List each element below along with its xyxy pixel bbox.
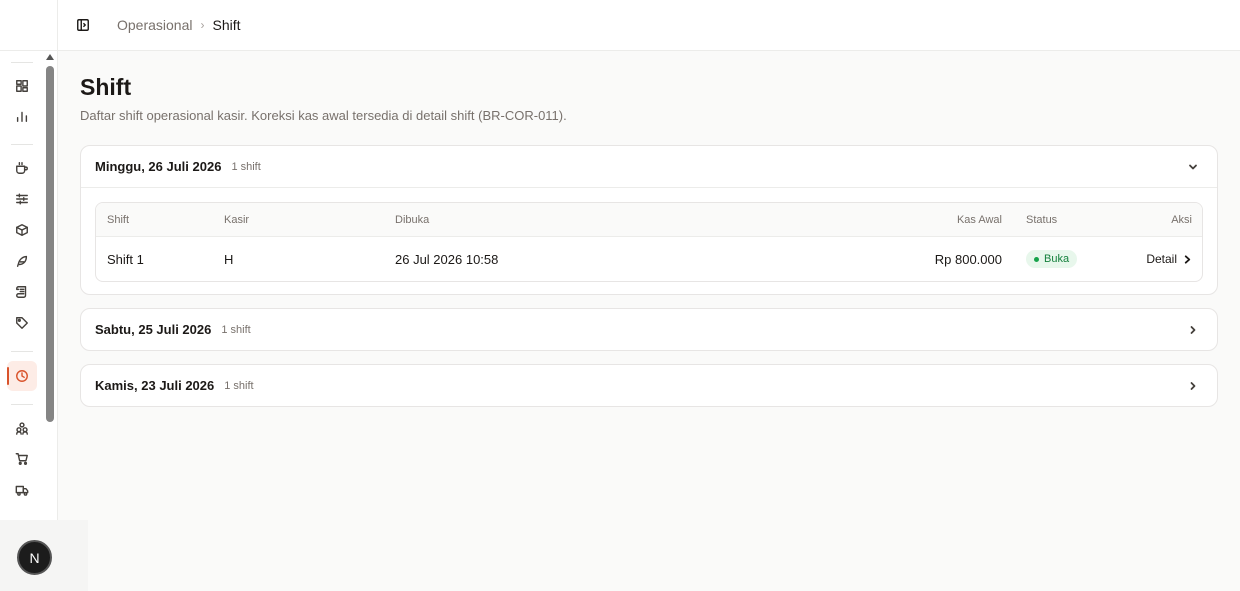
cell-shift: Shift 1: [107, 251, 144, 267]
panel-toggle-icon[interactable]: [76, 18, 90, 32]
detail-button-label: Detail: [1146, 252, 1177, 266]
scroll-icon[interactable]: [11, 281, 33, 303]
top-header: Operasional › Shift: [58, 0, 1240, 51]
sidebar: [0, 0, 58, 591]
clock-icon[interactable]: [11, 365, 33, 387]
day-group-count: 1 shift: [221, 323, 251, 336]
breadcrumb-parent[interactable]: Operasional: [117, 17, 193, 33]
day-group-header[interactable]: Sabtu, 25 Juli 2026 1 shift: [81, 309, 1217, 350]
page-description: Daftar shift operasional kasir. Koreksi …: [80, 108, 567, 123]
sidebar-header: [0, 0, 57, 51]
day-group-header[interactable]: Kamis, 23 Juli 2026 1 shift: [81, 365, 1217, 406]
chevron-right-icon: [1184, 254, 1191, 264]
column-header-kas-awal: Kas Awal: [956, 213, 1002, 226]
day-group-count: 1 shift: [231, 160, 261, 173]
sidebar-scrollbar[interactable]: [46, 66, 54, 422]
cart-icon[interactable]: [11, 448, 33, 470]
scrollbar-up-arrow[interactable]: [46, 54, 54, 60]
day-group-date: Kamis, 23 Juli 2026: [95, 378, 215, 393]
avatar[interactable]: N: [17, 540, 52, 575]
tag-icon[interactable]: [11, 312, 33, 334]
cell-dibuka: 26 Jul 2026 10:58: [395, 251, 499, 267]
day-group-date: Sabtu, 25 Juli 2026: [95, 322, 212, 337]
status-cell: Buka: [1026, 237, 1078, 281]
box-icon[interactable]: [11, 219, 33, 241]
nav-divider: [11, 351, 33, 352]
detail-button[interactable]: Detail: [1146, 252, 1192, 266]
shift-table: Shift Kasir Dibuka Kas Awal Status Aksi …: [95, 202, 1203, 282]
action-cell: Detail: [1146, 237, 1192, 281]
status-badge-label: Buka: [1044, 253, 1070, 265]
day-group-header[interactable]: Minggu, 26 Juli 2026 1 shift: [81, 146, 1217, 187]
chevron-right-icon[interactable]: [1187, 379, 1199, 391]
column-header-shift: Shift: [107, 213, 130, 226]
dashboard-icon[interactable]: [11, 75, 33, 97]
status-badge: Buka: [1026, 250, 1078, 268]
table-row: Shift 1 H 26 Jul 2026 10:58 Rp 800.000 B…: [96, 237, 1202, 281]
day-group: Kamis, 23 Juli 2026 1 shift: [80, 364, 1218, 407]
cell-kas-awal: Rp 800.000: [934, 251, 1002, 267]
users-icon[interactable]: [11, 417, 33, 439]
nav-divider: [11, 62, 33, 63]
day-group-body: Shift Kasir Dibuka Kas Awal Status Aksi …: [81, 187, 1217, 296]
chart-icon[interactable]: [11, 105, 33, 127]
nav-active-indicator: [7, 367, 9, 385]
page-title: Shift: [80, 74, 132, 100]
status-dot-icon: [1034, 256, 1039, 262]
day-group-date: Minggu, 26 Juli 2026: [95, 159, 222, 174]
cell-kasir: H: [224, 251, 234, 267]
day-group-count: 1 shift: [224, 379, 254, 392]
breadcrumb-separator-icon: ›: [200, 18, 205, 32]
column-header-dibuka: Dibuka: [395, 213, 430, 226]
coffee-icon[interactable]: [11, 157, 33, 179]
column-header-kasir: Kasir: [224, 213, 250, 226]
sliders-icon[interactable]: [11, 188, 33, 210]
column-header-status: Status: [1026, 213, 1058, 226]
nav-divider: [11, 144, 33, 145]
truck-icon[interactable]: [11, 479, 33, 501]
day-group: Sabtu, 25 Juli 2026 1 shift: [80, 308, 1218, 351]
chevron-right-icon[interactable]: [1187, 323, 1199, 335]
feather-icon[interactable]: [11, 250, 33, 272]
chevron-down-icon[interactable]: [1187, 160, 1199, 172]
breadcrumb-current: Shift: [212, 17, 241, 33]
table-header: Shift Kasir Dibuka Kas Awal Status Aksi: [96, 203, 1202, 237]
nav-divider: [11, 404, 33, 405]
column-header-aksi: Aksi: [1171, 213, 1192, 226]
day-group: Minggu, 26 Juli 2026 1 shift Shift Kasir…: [80, 145, 1218, 295]
